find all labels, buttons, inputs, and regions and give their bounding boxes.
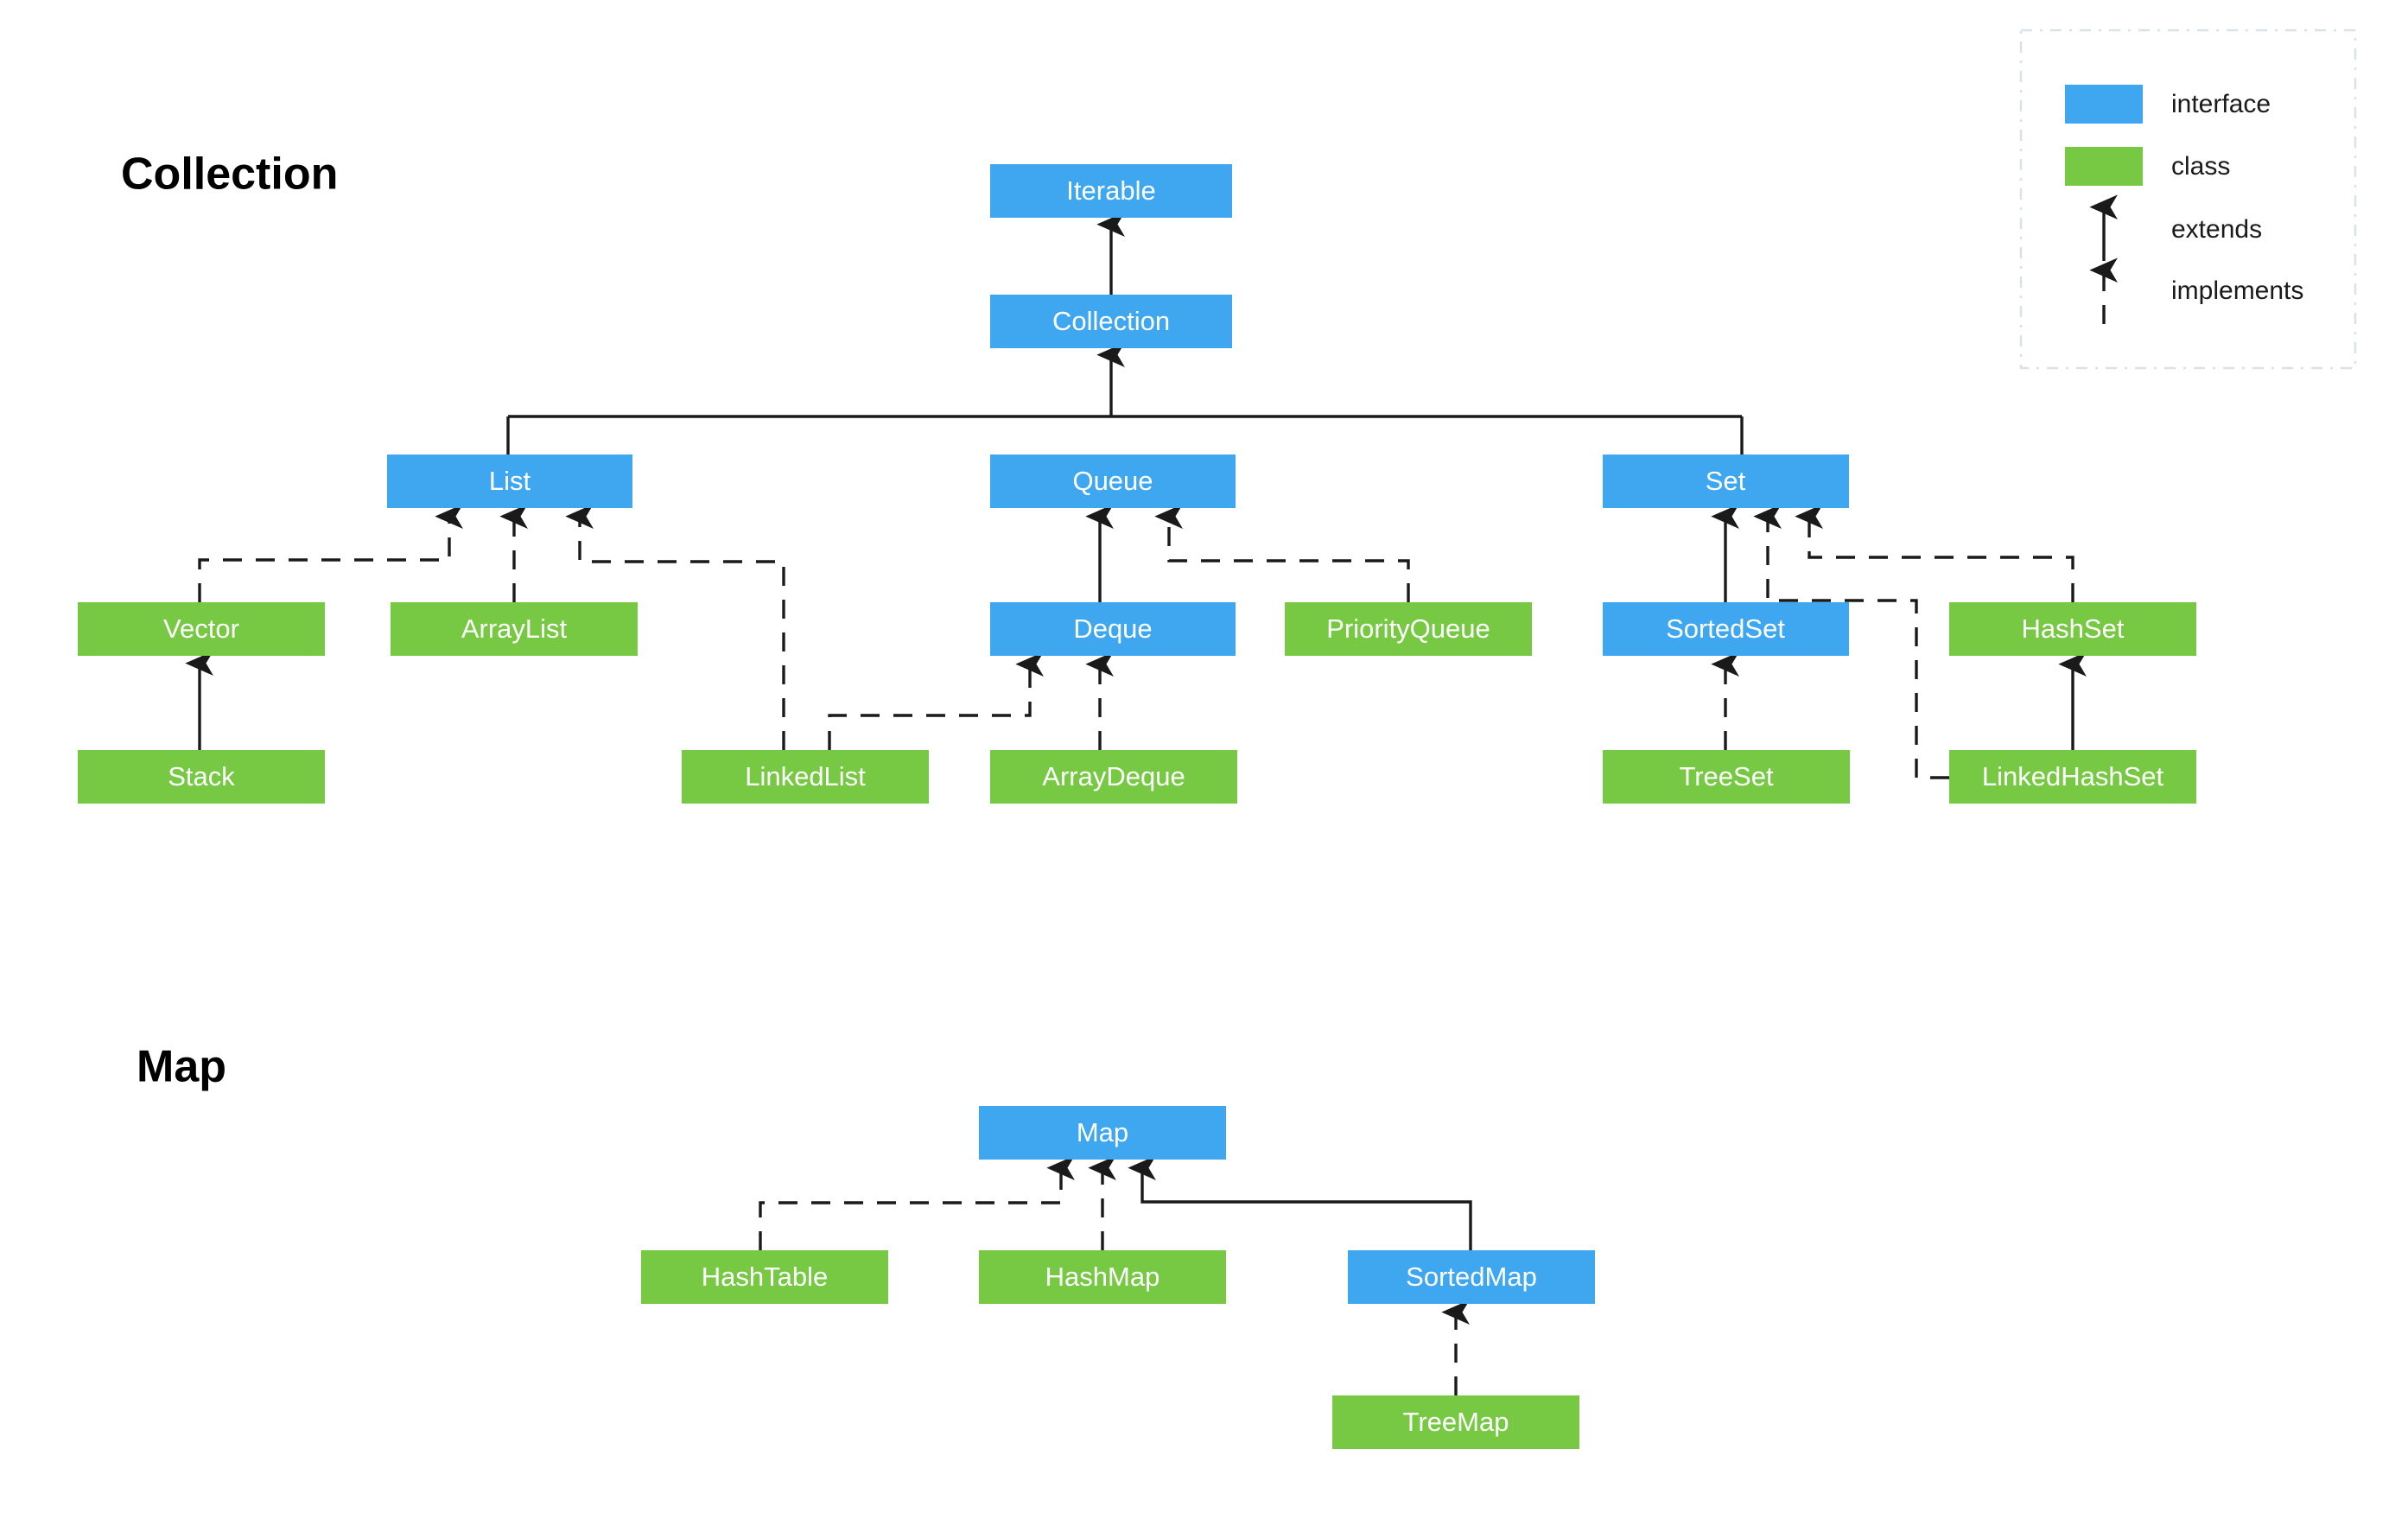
node-linkedlist[interactable]: LinkedList: [682, 750, 929, 804]
node-hashset[interactable]: HashSet: [1949, 602, 2196, 656]
node-arraylist[interactable]: ArrayList: [391, 602, 638, 656]
java-collections-hierarchy-diagram: Collection Map Iterable Collection List …: [78, 29, 2357, 1449]
legend-label-class: class: [2171, 152, 2230, 181]
node-set[interactable]: Set: [1603, 454, 1849, 508]
node-arraydeque[interactable]: ArrayDeque: [990, 750, 1237, 804]
node-hashtable[interactable]: HashTable: [641, 1250, 888, 1304]
node-deque[interactable]: Deque: [990, 602, 1236, 656]
legend-frame: [2019, 29, 2357, 370]
node-box-queue[interactable]: [990, 454, 1236, 508]
edge-hashset-to-set: [1795, 504, 2074, 602]
legend-item-interface: interface: [2065, 85, 2271, 124]
node-stack[interactable]: Stack: [78, 750, 325, 804]
diagram-canvas: Collection Map Iterable Collection List …: [0, 0, 2408, 1519]
node-iterable[interactable]: Iterable: [990, 164, 1232, 218]
legend-item-class: class: [2065, 147, 2230, 186]
node-treeset[interactable]: TreeSet: [1603, 750, 1850, 804]
node-hashmap[interactable]: HashMap: [979, 1250, 1226, 1304]
legend-label-interface: interface: [2171, 90, 2271, 118]
edge-hashtable-to-map: [759, 1155, 1075, 1250]
node-box-linkedlist[interactable]: [682, 750, 929, 804]
node-box-arraydeque[interactable]: [990, 750, 1237, 804]
edge-sortedmap-to-map: [1128, 1155, 1472, 1250]
legend-item-implements: implements: [2089, 257, 2303, 324]
node-box-hashset[interactable]: [1949, 602, 2196, 656]
node-map[interactable]: Map: [979, 1106, 1226, 1160]
edge-priorityqueue-to-queue: [1154, 504, 1410, 602]
node-box-arraylist[interactable]: [391, 602, 638, 656]
node-box-hashmap[interactable]: [979, 1250, 1226, 1304]
node-box-list[interactable]: [387, 454, 632, 508]
node-box-sortedmap[interactable]: [1348, 1250, 1595, 1304]
node-linkedhashset[interactable]: LinkedHashSet: [1949, 750, 2196, 804]
legend-swatch-class-icon: [2065, 147, 2143, 186]
node-box-map[interactable]: [979, 1106, 1226, 1160]
legend-label-extends: extends: [2171, 215, 2262, 244]
node-box-iterable[interactable]: [990, 164, 1232, 218]
node-treemap[interactable]: TreeMap: [1332, 1395, 1579, 1449]
node-collection[interactable]: Collection: [990, 295, 1232, 348]
node-box-priorityqueue[interactable]: [1285, 602, 1532, 656]
node-sortedmap[interactable]: SortedMap: [1348, 1250, 1595, 1304]
node-list[interactable]: List: [387, 454, 632, 508]
legend: interface class extends implements: [2019, 29, 2357, 370]
node-priorityqueue[interactable]: PriorityQueue: [1285, 602, 1532, 656]
edge-linkedlist-to-deque: [828, 651, 1044, 750]
node-box-vector[interactable]: [78, 602, 325, 656]
node-vector[interactable]: Vector: [78, 602, 325, 656]
section-title-collection: Collection: [121, 149, 338, 200]
node-box-stack[interactable]: [78, 750, 325, 804]
node-box-treemap[interactable]: [1332, 1395, 1579, 1449]
node-box-sortedset[interactable]: [1603, 602, 1849, 656]
edge-vector-to-list: [198, 504, 463, 602]
node-box-linkedhashset[interactable]: [1949, 750, 2196, 804]
node-box-hashtable[interactable]: [641, 1250, 888, 1304]
diagram-nodes: Iterable Collection List Queue Set Vecto…: [78, 164, 2196, 1449]
node-box-set[interactable]: [1603, 454, 1849, 508]
node-box-collection[interactable]: [990, 295, 1232, 348]
node-queue[interactable]: Queue: [990, 454, 1236, 508]
legend-item-extends: extends: [2089, 194, 2262, 261]
node-box-deque[interactable]: [990, 602, 1236, 656]
legend-swatch-interface-icon: [2065, 85, 2143, 124]
legend-label-implements: implements: [2171, 276, 2303, 305]
node-sortedset[interactable]: SortedSet: [1603, 602, 1849, 656]
section-title-map: Map: [137, 1042, 226, 1092]
node-box-treeset[interactable]: [1603, 750, 1850, 804]
